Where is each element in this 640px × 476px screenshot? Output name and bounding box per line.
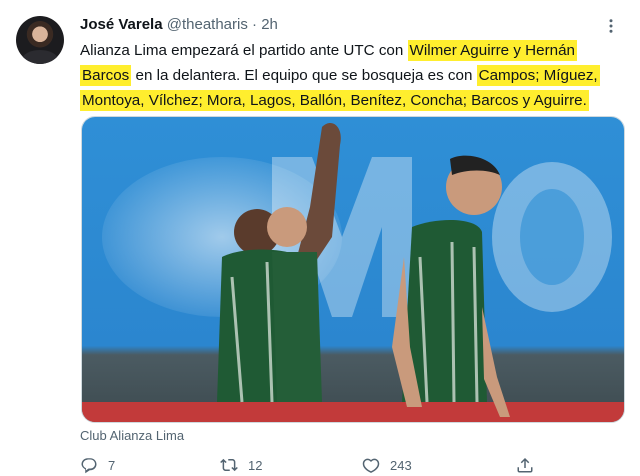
tweet-photo[interactable] — [81, 116, 625, 423]
share-button[interactable] — [516, 456, 544, 474]
highlighted-text: Campos; Míguez, — [476, 65, 600, 86]
more-icon — [609, 19, 613, 33]
tweet-text-part: en la delantera. El equipo que se bosque… — [131, 67, 477, 84]
header-separator: · — [252, 16, 258, 33]
retweet-count: 12 — [248, 457, 263, 473]
reply-icon — [81, 458, 97, 474]
highlighted-text: Montoya, Vílchez; Mora, Lagos, Ballón, B… — [80, 90, 589, 111]
photo-players — [82, 117, 624, 422]
like-count: 243 — [390, 457, 412, 473]
reply-count: 7 — [108, 457, 116, 473]
author-handle[interactable]: @theatharis — [167, 16, 248, 33]
author-avatar[interactable] — [16, 16, 64, 64]
highlighted-text: Wilmer Aguirre y Hernán — [407, 40, 577, 61]
media-source[interactable]: Club Alianza Lima — [80, 428, 184, 443]
tweet-time[interactable]: 2h — [261, 16, 278, 33]
retweet-button[interactable]: 12 — [220, 456, 262, 474]
tweet-actions: 7 12 243 — [80, 456, 540, 476]
more-options-button[interactable] — [600, 15, 622, 37]
like-icon — [362, 458, 380, 473]
share-icon — [517, 457, 533, 473]
retweet-icon — [220, 458, 238, 472]
highlighted-text: Barcos — [80, 65, 132, 86]
author-name[interactable]: José Varela — [80, 16, 163, 33]
tweet-text-part: Alianza Lima empezará el partido ante UT… — [80, 42, 408, 59]
tweet-header: José Varela @theatharis · 2h — [80, 16, 278, 36]
tweet-text: Alianza Lima empezará el partido ante UT… — [80, 38, 630, 113]
like-button[interactable]: 243 — [362, 456, 412, 474]
reply-button[interactable]: 7 — [80, 456, 115, 474]
